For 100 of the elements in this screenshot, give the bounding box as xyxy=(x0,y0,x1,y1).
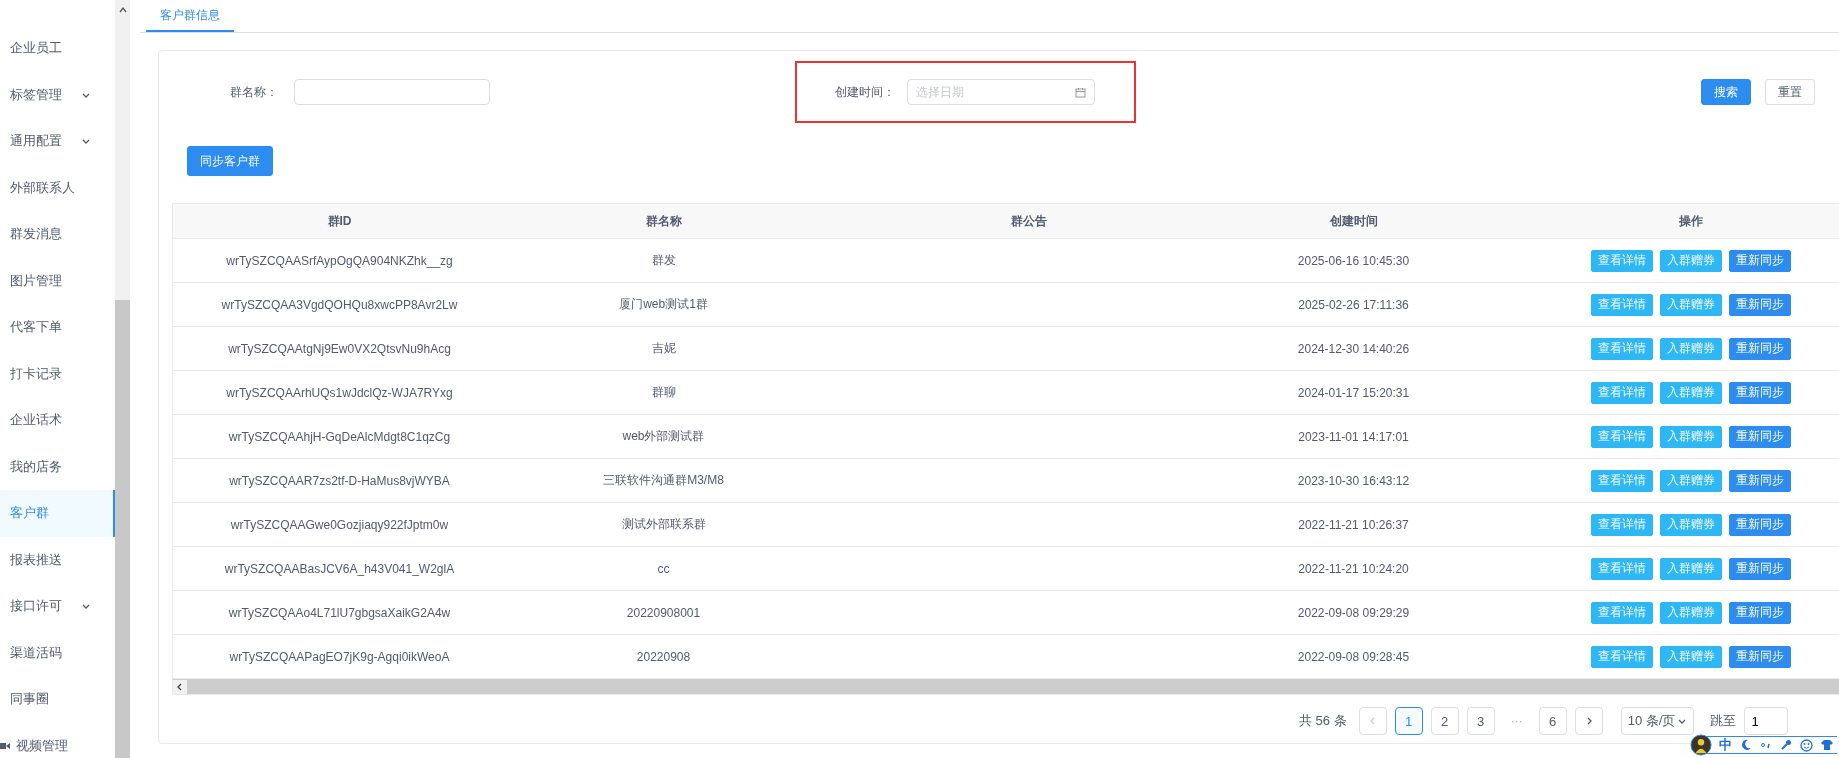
scrollbar-thumb[interactable] xyxy=(115,300,130,758)
table-cell-text: 测试外部联系群 xyxy=(620,516,707,533)
table-cell-text: wrTySZCQAAR7zs2tf-D-HaMus8vjWYBA xyxy=(228,473,451,488)
action-button[interactable]: 查看详情 xyxy=(1591,381,1653,404)
sidebar-item[interactable]: 报表推送 xyxy=(0,536,115,583)
action-button[interactable]: 重新同步 xyxy=(1729,557,1791,580)
table-cell-text: wrTySZCQAABasJCV6A_h43V041_W2glA xyxy=(223,561,456,576)
action-button[interactable]: 查看详情 xyxy=(1591,469,1653,492)
sidebar-item[interactable]: 外部联系人 xyxy=(0,164,115,211)
sidebar-item[interactable]: 打卡记录 xyxy=(0,350,115,397)
action-button[interactable]: 重新同步 xyxy=(1729,293,1791,316)
action-button[interactable]: 重新同步 xyxy=(1729,381,1791,404)
page-button[interactable]: 2 xyxy=(1430,707,1459,735)
action-button[interactable]: 入群赠券 xyxy=(1660,601,1722,624)
table-cell-text: 2023-11-01 14:17:01 xyxy=(1297,429,1410,444)
sidebar-item[interactable]: 企业员工 xyxy=(0,25,115,72)
tab[interactable]: 客户群信息 xyxy=(146,7,234,32)
group-name-field[interactable] xyxy=(294,79,490,105)
action-button[interactable]: 入群赠券 xyxy=(1660,513,1722,536)
table-cell-text: wrTySZCQAAhjH-GqDeAlcMdgt8C1qzCg xyxy=(227,429,452,444)
table-cell-text: 2022-09-08 09:28:45 xyxy=(1296,649,1411,664)
action-button[interactable]: 查看详情 xyxy=(1591,645,1653,668)
reset-button[interactable]: 重置 xyxy=(1765,79,1815,105)
action-button[interactable]: 查看详情 xyxy=(1591,337,1653,360)
sidebar-item[interactable]: 客户群 xyxy=(0,490,115,537)
action-button[interactable]: 入群赠券 xyxy=(1660,337,1722,360)
action-button[interactable]: 查看详情 xyxy=(1591,557,1653,580)
table-cell-text: 三联软件沟通群M3/M8 xyxy=(602,472,725,489)
action-button[interactable]: 重新同步 xyxy=(1729,645,1791,668)
sidebar-label: 通用配置 xyxy=(10,132,62,151)
horizontal-scrollbar[interactable] xyxy=(173,679,1839,694)
action-button[interactable]: 入群赠券 xyxy=(1660,557,1722,580)
action-button[interactable]: 重新同步 xyxy=(1729,513,1791,536)
field-label: 创建时间： xyxy=(835,83,895,101)
avatar-icon[interactable] xyxy=(1690,734,1712,756)
sidebar-item[interactable]: 我的店务 xyxy=(0,443,115,490)
sidebar-label: 打卡记录 xyxy=(10,364,62,383)
column-header: 操作 xyxy=(1678,212,1704,230)
page-button[interactable]: 1 xyxy=(1394,707,1423,735)
table-cell-text: 群发 xyxy=(650,252,677,269)
table-cell-text: wrTySZCQAAGwe0Gozjiaqy922fJptm0w xyxy=(229,517,450,532)
sidebar-item[interactable]: 标签管理 xyxy=(0,71,115,118)
sidebar-item[interactable]: 接口许可 xyxy=(0,583,115,630)
sidebar-label: 标签管理 xyxy=(10,85,62,104)
sidebar-item[interactable]: 视频管理 xyxy=(0,722,115,758)
action-button[interactable]: 重新同步 xyxy=(1729,601,1791,624)
table-cell-text: 2024-01-17 15:20:31 xyxy=(1296,385,1411,400)
table-cell-text: 2022-11-21 10:24:20 xyxy=(1297,561,1410,576)
page-size-select[interactable]: 10 条/页 xyxy=(1620,707,1695,735)
action-button[interactable]: 查看详情 xyxy=(1591,601,1653,624)
table-cell-text: cc xyxy=(656,561,671,576)
sidebar-label: 接口许可 xyxy=(10,597,62,616)
video-camera-icon xyxy=(0,740,10,751)
jump-label: 跳至 xyxy=(1710,712,1737,730)
sidebar-label: 图片管理 xyxy=(10,271,62,290)
moon-icon[interactable] xyxy=(1740,739,1752,751)
sidebar-item[interactable]: 企业话术 xyxy=(0,397,115,444)
sidebar-label: 我的店务 xyxy=(10,457,62,476)
column-header: 群ID xyxy=(326,212,353,230)
sidebar-item[interactable]: 代客下单 xyxy=(0,304,115,351)
action-button[interactable]: 重新同步 xyxy=(1729,337,1791,360)
sidebar-item[interactable]: 同事圈 xyxy=(0,676,115,723)
action-button[interactable]: 重新同步 xyxy=(1729,425,1791,448)
input-mode[interactable]: 中 xyxy=(1719,736,1732,754)
table-cell-text: 2022-11-21 10:26:37 xyxy=(1297,517,1410,532)
page-button[interactable]: 3 xyxy=(1466,707,1495,735)
action-button[interactable]: 查看详情 xyxy=(1591,249,1653,272)
smiley-icon[interactable] xyxy=(1800,738,1813,752)
page-button[interactable]: 6 xyxy=(1538,707,1567,735)
action-button[interactable]: 入群赠券 xyxy=(1660,293,1722,316)
sidebar-label: 代客下单 xyxy=(10,318,62,337)
shirt-icon[interactable] xyxy=(1821,739,1833,751)
sidebar-label: 报表推送 xyxy=(10,550,62,569)
page-ellipsis[interactable]: ··· xyxy=(1502,714,1531,728)
sidebar-label: 渠道活码 xyxy=(10,643,62,662)
action-button[interactable]: 重新同步 xyxy=(1729,469,1791,492)
sync-button[interactable]: 同步客户群 xyxy=(187,146,273,176)
sidebar-item[interactable]: 群发消息 xyxy=(0,211,115,258)
action-button[interactable]: 入群赠券 xyxy=(1660,249,1722,272)
search-button[interactable]: 搜索 xyxy=(1701,79,1751,105)
sidebar-item[interactable]: 通用配置 xyxy=(0,118,115,165)
table-cell-text: 厦门web测试1群 xyxy=(618,296,709,313)
action-button[interactable]: 入群赠券 xyxy=(1660,381,1722,404)
calendar-icon xyxy=(1075,86,1086,98)
action-button[interactable]: 入群赠券 xyxy=(1660,425,1722,448)
table-cell-text: 吉妮 xyxy=(650,340,677,357)
action-button[interactable]: 查看详情 xyxy=(1591,425,1653,448)
action-button[interactable]: 重新同步 xyxy=(1729,249,1791,272)
column-header: 群名称 xyxy=(644,212,683,230)
sidebar-label: 同事圈 xyxy=(10,690,49,709)
chevron-up-icon xyxy=(117,5,128,15)
action-button[interactable]: 查看详情 xyxy=(1591,513,1653,536)
action-button[interactable]: 入群赠券 xyxy=(1660,469,1722,492)
action-button[interactable]: 入群赠券 xyxy=(1660,645,1722,668)
action-button[interactable]: 查看详情 xyxy=(1591,293,1653,316)
wrench-icon[interactable] xyxy=(1780,739,1792,751)
sidebar-item[interactable]: 图片管理 xyxy=(0,257,115,304)
jump-field[interactable]: 1 xyxy=(1744,707,1789,735)
sidebar-label: 企业话术 xyxy=(10,411,62,430)
sidebar-item[interactable]: 渠道活码 xyxy=(0,629,115,676)
